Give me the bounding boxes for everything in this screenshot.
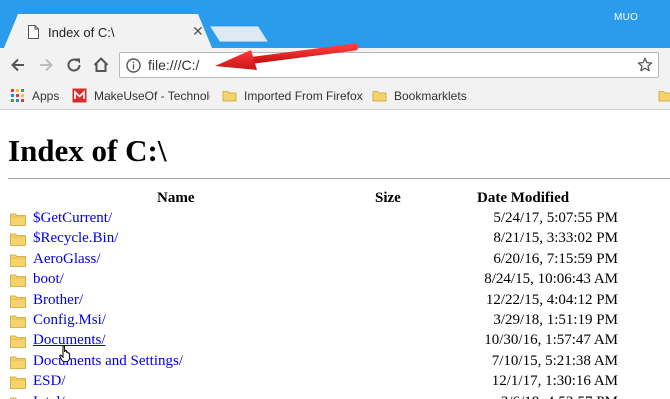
folder-icon [10, 335, 26, 349]
bookmark-label: Imported From Firefox [244, 89, 363, 103]
date-modified-cell: 3/29/18, 1:51:19 PM [493, 312, 618, 328]
table-row: ESD/12/1/17, 1:30:16 AM [0, 373, 670, 393]
date-modified-cell: 8/21/15, 3:33:02 PM [493, 230, 618, 247]
column-header-date-modified[interactable]: Date Modified [477, 190, 569, 207]
table-row: boot/8/24/15, 10:06:43 AM [0, 271, 670, 291]
reload-icon[interactable] [64, 55, 84, 75]
table-row: Intel/2/6/18, 4:52:57 PM [0, 394, 670, 399]
folder-link[interactable]: $GetCurrent/ [33, 210, 112, 227]
bookmark-star-icon[interactable] [637, 57, 653, 73]
bookmark-folder-bookmarklets[interactable]: Bookmarklets [372, 87, 482, 105]
folder-icon [10, 315, 26, 328]
folder-icon [10, 233, 26, 247]
folder-icon [10, 254, 26, 267]
folder-link[interactable]: Intel/ [33, 394, 65, 399]
apps-grid-icon [11, 89, 24, 102]
table-row: $Recycle.Bin/8/21/15, 3:33:02 PM [0, 230, 670, 250]
folder-icon [372, 91, 387, 102]
date-modified-cell: 8/24/15, 10:06:43 AM [484, 271, 618, 288]
bookmark-apps[interactable]: Apps [10, 87, 70, 105]
folder-link[interactable]: Documents and Settings/ [33, 353, 183, 370]
table-row: Documents/10/30/16, 1:57:47 AM [0, 332, 670, 352]
folder-link[interactable]: boot/ [33, 271, 64, 288]
bookmark-label: Apps [32, 89, 60, 103]
bookmark-label: MakeUseOf - Technology, Simplified [94, 89, 210, 103]
date-modified-cell: 10/30/16, 1:57:47 AM [484, 332, 618, 349]
date-modified-cell: 12/1/17, 1:30:16 AM [491, 373, 618, 390]
makeuseof-logo-icon [72, 88, 87, 103]
document-icon [28, 25, 39, 39]
folder-link[interactable]: Brother/ [33, 292, 83, 309]
column-header-size[interactable]: Size [375, 190, 401, 207]
table-row: Brother/12/22/15, 4:04:12 PM [0, 292, 670, 312]
folder-link[interactable]: Config.Msi/ [33, 312, 106, 329]
bookmark-label: Bookmarklets [394, 89, 467, 103]
home-icon[interactable] [91, 55, 111, 75]
table-row: Documents and Settings/7/10/15, 5:21:38 … [0, 353, 670, 373]
table-row: Config.Msi/3/29/18, 1:51:19 PM [0, 312, 670, 332]
folder-link[interactable]: AeroGlass/ [33, 251, 101, 268]
folder-icon [658, 91, 670, 102]
date-modified-cell: 2/6/18, 4:52:57 PM [501, 394, 618, 399]
tab-title: Index of C:\ [48, 25, 115, 40]
divider [8, 178, 670, 179]
back-arrow-icon[interactable] [8, 55, 28, 75]
folder-link[interactable]: ESD/ [33, 373, 66, 390]
folder-icon [10, 376, 26, 390]
folder-icon [10, 356, 26, 369]
folder-icon [222, 91, 237, 102]
bookmark-folder-overflow[interactable] [658, 87, 670, 105]
table-row: AeroGlass/6/20/16, 7:15:59 PM [0, 251, 670, 271]
hand-cursor-icon [59, 345, 71, 363]
url-text[interactable]: file:///C:/ [148, 57, 199, 73]
profile-name[interactable]: MUO [614, 12, 638, 23]
bookmark-folder-imported[interactable]: Imported From Firefox [222, 87, 364, 105]
folder-icon [10, 213, 26, 226]
folder-icon [10, 295, 26, 308]
date-modified-cell: 5/24/17, 5:07:55 PM [493, 210, 618, 226]
folder-link[interactable]: $Recycle.Bin/ [33, 230, 118, 247]
active-tab[interactable]: Index of C:\ ✕ [4, 14, 212, 48]
table-row: $GetCurrent/5/24/17, 5:07:55 PM [0, 210, 670, 230]
folder-icon [10, 274, 26, 288]
red-annotation-arrow [215, 43, 359, 70]
folder-icon [10, 397, 26, 399]
date-modified-cell: 7/10/15, 5:21:38 AM [491, 352, 618, 369]
forward-arrow-icon[interactable] [36, 55, 56, 75]
close-tab-icon[interactable]: ✕ [192, 23, 204, 40]
page-title: Index of C:\ [8, 133, 167, 168]
info-icon[interactable] [126, 58, 141, 73]
bookmarks-bar: Apps MakeUseOf - Technology, Simplified … [0, 82, 670, 110]
column-header-name[interactable]: Name [157, 190, 195, 207]
date-modified-cell: 12/22/15, 4:04:12 PM [485, 291, 618, 308]
date-modified-cell: 6/20/16, 7:15:59 PM [493, 250, 618, 267]
bookmark-makeuseof[interactable]: MakeUseOf - Technology, Simplified [72, 87, 210, 105]
address-bar[interactable]: file:///C:/ [119, 52, 659, 78]
